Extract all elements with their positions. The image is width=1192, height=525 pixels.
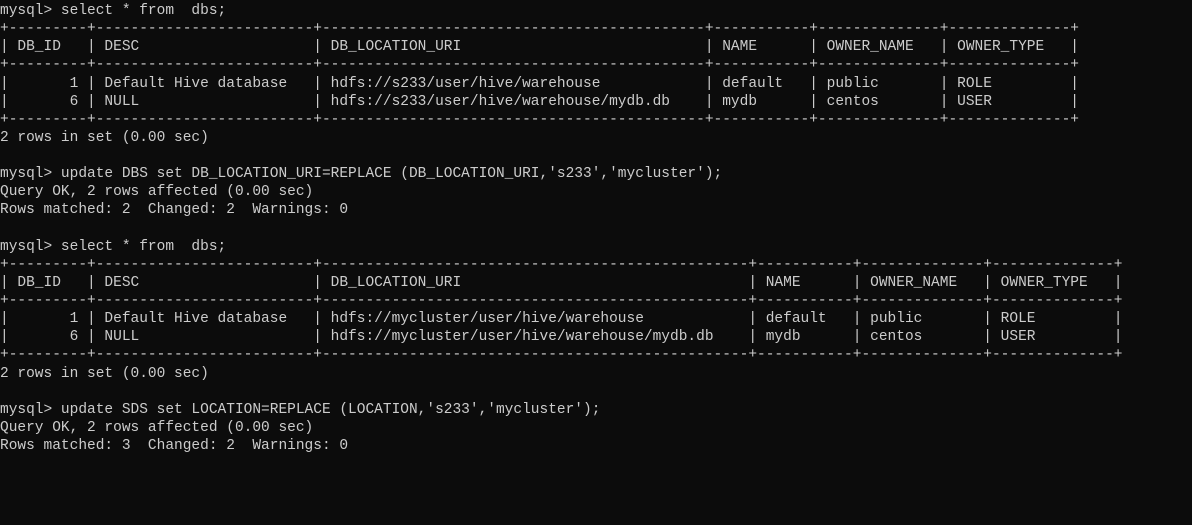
terminal-output[interactable]: mysql> select * from dbs; +---------+---…	[0, 0, 1192, 461]
